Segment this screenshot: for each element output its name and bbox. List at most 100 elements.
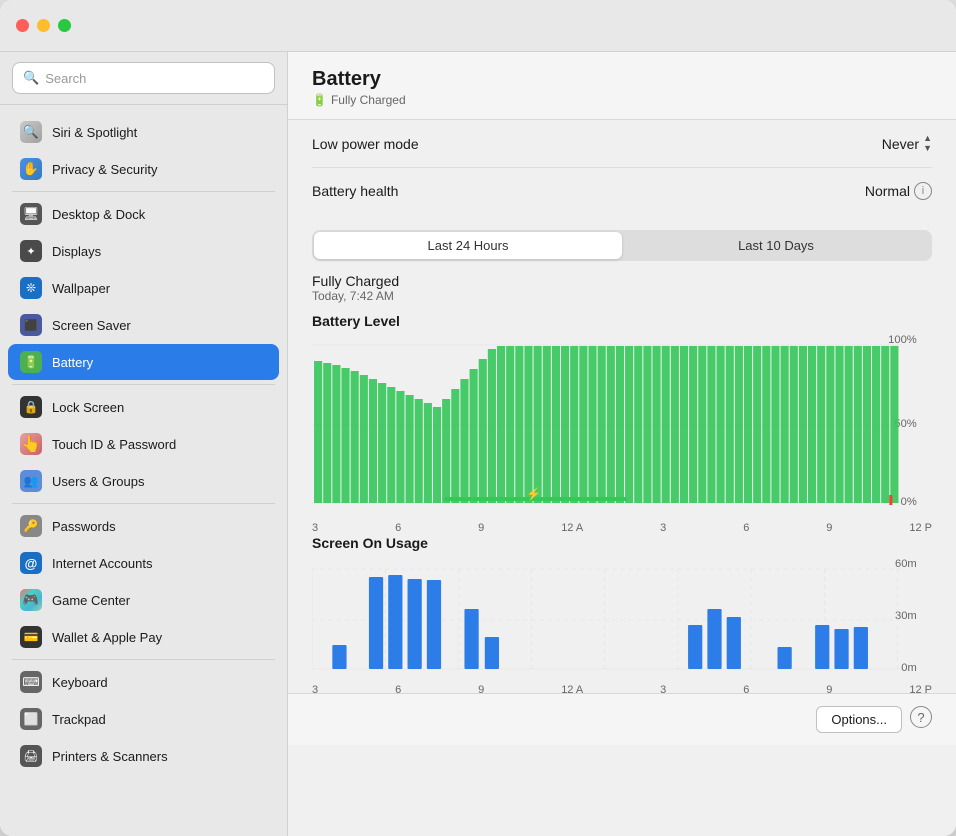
divider-2 bbox=[12, 384, 275, 385]
touchid-label: Touch ID & Password bbox=[52, 437, 176, 452]
tab-last-24-hours[interactable]: Last 24 Hours bbox=[314, 232, 622, 259]
internet-accounts-icon: @ bbox=[20, 552, 42, 574]
wallpaper-label: Wallpaper bbox=[52, 281, 110, 296]
search-container: 🔍 Search bbox=[0, 52, 287, 105]
printers-scanners-label: Printers & Scanners bbox=[52, 749, 168, 764]
desktop-dock-label: Desktop & Dock bbox=[52, 207, 145, 222]
battery-label: Battery bbox=[52, 355, 93, 370]
sidebar-item-internet-accounts[interactable]: @ Internet Accounts bbox=[8, 545, 279, 581]
help-button[interactable]: ? bbox=[910, 706, 932, 728]
passwords-label: Passwords bbox=[52, 519, 116, 534]
footer: Options... ? bbox=[288, 693, 956, 745]
search-box[interactable]: 🔍 Search bbox=[12, 62, 275, 94]
internet-accounts-label: Internet Accounts bbox=[52, 556, 152, 571]
traffic-lights bbox=[16, 19, 71, 32]
sidebar-item-desktop-dock[interactable]: 🖥 Desktop & Dock bbox=[8, 196, 279, 232]
sidebar-item-privacy-security[interactable]: ✋ Privacy & Security bbox=[8, 151, 279, 187]
divider-4 bbox=[12, 659, 275, 660]
screen-chart-svg: 60m 30m 0m bbox=[312, 557, 932, 677]
printers-scanners-icon: 🖨 bbox=[20, 745, 42, 767]
system-preferences-window: 🔍 Search 🔍 Siri & Spotlight ✋ Privacy & … bbox=[0, 0, 956, 836]
settings-section: Low power mode Never ▲ ▼ Battery health … bbox=[288, 120, 956, 214]
battery-x-labels: 3 6 9 12 A 3 6 9 12 P bbox=[312, 522, 932, 534]
sidebar-item-screen-saver[interactable]: ⬛ Screen Saver bbox=[8, 307, 279, 343]
sidebar-item-trackpad[interactable]: ⬜ Trackpad bbox=[8, 701, 279, 737]
svg-text:0m: 0m bbox=[901, 662, 917, 674]
touchid-icon: 👆 bbox=[20, 433, 42, 455]
minimize-button[interactable] bbox=[37, 19, 50, 32]
game-center-label: Game Center bbox=[52, 593, 130, 608]
stepper-up-icon: ▲ bbox=[923, 134, 932, 143]
battery-full-icon: 🔋 bbox=[312, 93, 327, 107]
page-subtitle: 🔋 Fully Charged bbox=[312, 93, 932, 107]
divider-1 bbox=[12, 191, 275, 192]
main-content: Battery 🔋 Fully Charged Low power mode N… bbox=[288, 52, 956, 836]
battery-level-chart: 100% 50% 0% bbox=[312, 335, 932, 515]
screen-saver-label: Screen Saver bbox=[52, 318, 131, 333]
page-subtitle-text: Fully Charged bbox=[331, 93, 406, 107]
siri-spotlight-icon: 🔍 bbox=[20, 121, 42, 143]
main-header: Battery 🔋 Fully Charged bbox=[288, 52, 956, 120]
titlebar bbox=[0, 0, 956, 52]
content-area: 🔍 Search 🔍 Siri & Spotlight ✋ Privacy & … bbox=[0, 52, 956, 836]
screen-on-usage-chart: 60m 30m 0m bbox=[312, 557, 932, 677]
keyboard-icon: ⌨ bbox=[20, 671, 42, 693]
svg-text:100%: 100% bbox=[888, 335, 917, 346]
charge-status-time: Today, 7:42 AM bbox=[312, 289, 932, 303]
charge-status-title: Fully Charged bbox=[312, 273, 932, 289]
game-center-icon: 🎮 bbox=[20, 589, 42, 611]
battery-health-label: Battery health bbox=[312, 183, 398, 199]
screen-saver-icon: ⬛ bbox=[20, 314, 42, 336]
screen-usage-section: Screen On Usage 60m 30m 0m bbox=[312, 535, 932, 677]
sidebar-item-displays[interactable]: ✦ Displays bbox=[8, 233, 279, 269]
trackpad-icon: ⬜ bbox=[20, 708, 42, 730]
sidebar-item-lock-screen[interactable]: 🔒 Lock Screen bbox=[8, 389, 279, 425]
page-title: Battery bbox=[312, 68, 932, 91]
search-placeholder: Search bbox=[45, 71, 86, 86]
screen-chart-title: Screen On Usage bbox=[312, 535, 932, 551]
sidebar-item-wallet-applepay[interactable]: 💳 Wallet & Apple Pay bbox=[8, 619, 279, 655]
privacy-security-icon: ✋ bbox=[20, 158, 42, 180]
low-power-mode-text: Never bbox=[882, 136, 919, 152]
lock-screen-label: Lock Screen bbox=[52, 400, 124, 415]
battery-icon: 🔋 bbox=[20, 351, 42, 373]
charge-status: Fully Charged Today, 7:42 AM bbox=[312, 273, 932, 303]
trackpad-label: Trackpad bbox=[52, 712, 106, 727]
battery-health-text: Normal bbox=[865, 183, 910, 199]
sidebar: 🔍 Search 🔍 Siri & Spotlight ✋ Privacy & … bbox=[0, 52, 288, 836]
sidebar-item-passwords[interactable]: 🔑 Passwords bbox=[8, 508, 279, 544]
chart-area: Last 24 Hours Last 10 Days Fully Charged… bbox=[288, 230, 956, 693]
desktop-dock-icon: 🖥 bbox=[20, 203, 42, 225]
displays-label: Displays bbox=[52, 244, 101, 259]
maximize-button[interactable] bbox=[58, 19, 71, 32]
low-power-mode-label: Low power mode bbox=[312, 136, 419, 152]
siri-spotlight-label: Siri & Spotlight bbox=[52, 125, 137, 140]
wallpaper-icon: ❊ bbox=[20, 277, 42, 299]
search-icon: 🔍 bbox=[23, 70, 39, 86]
sidebar-item-battery[interactable]: 🔋 Battery bbox=[8, 344, 279, 380]
options-button[interactable]: Options... bbox=[816, 706, 902, 733]
tab-last-10-days[interactable]: Last 10 Days bbox=[622, 232, 930, 259]
svg-text:0%: 0% bbox=[901, 496, 917, 508]
battery-chart-title: Battery Level bbox=[312, 313, 932, 329]
svg-text:60m: 60m bbox=[895, 558, 917, 570]
users-groups-icon: 👥 bbox=[20, 470, 42, 492]
battery-health-info-button[interactable]: i bbox=[914, 182, 932, 200]
sidebar-item-game-center[interactable]: 🎮 Game Center bbox=[8, 582, 279, 618]
sidebar-item-keyboard[interactable]: ⌨ Keyboard bbox=[8, 664, 279, 700]
low-power-mode-value: Never ▲ ▼ bbox=[882, 134, 932, 153]
battery-level-section: Battery Level 100% 50% 0% bbox=[312, 313, 932, 515]
low-power-mode-stepper[interactable]: ▲ ▼ bbox=[923, 134, 932, 153]
users-groups-label: Users & Groups bbox=[52, 474, 144, 489]
passwords-icon: 🔑 bbox=[20, 515, 42, 537]
sidebar-item-printers-scanners[interactable]: 🖨 Printers & Scanners bbox=[8, 738, 279, 774]
time-tabs: Last 24 Hours Last 10 Days bbox=[312, 230, 932, 261]
sidebar-item-touchid-password[interactable]: 👆 Touch ID & Password bbox=[8, 426, 279, 462]
wallet-applepay-icon: 💳 bbox=[20, 626, 42, 648]
close-button[interactable] bbox=[16, 19, 29, 32]
lock-screen-icon: 🔒 bbox=[20, 396, 42, 418]
sidebar-item-siri-spotlight[interactable]: 🔍 Siri & Spotlight bbox=[8, 114, 279, 150]
sidebar-item-users-groups[interactable]: 👥 Users & Groups bbox=[8, 463, 279, 499]
sidebar-item-wallpaper[interactable]: ❊ Wallpaper bbox=[8, 270, 279, 306]
stepper-down-icon: ▼ bbox=[923, 144, 932, 153]
